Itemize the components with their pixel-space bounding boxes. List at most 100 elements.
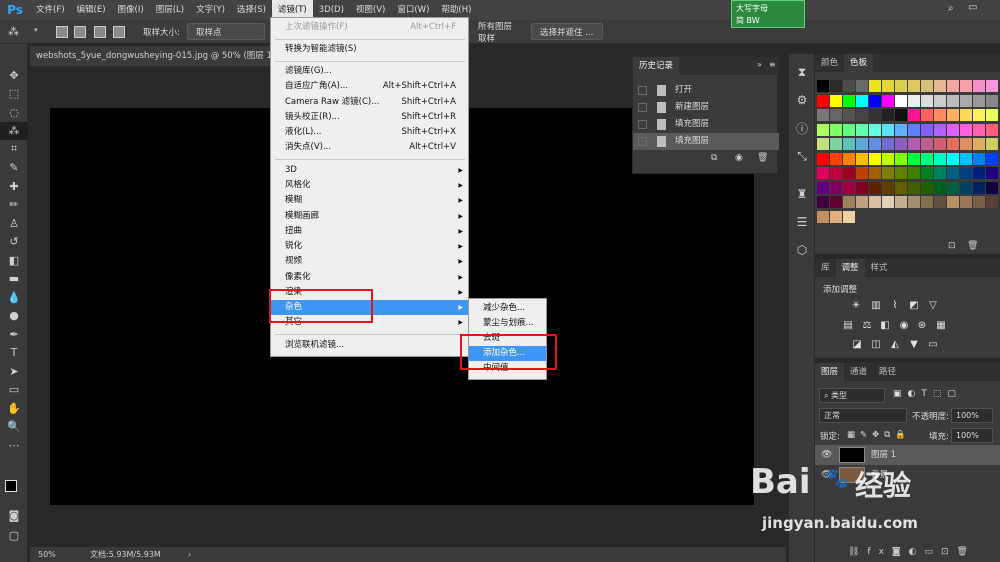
swatch[interactable] xyxy=(908,94,920,107)
swatch[interactable] xyxy=(973,196,985,208)
swatch[interactable] xyxy=(960,196,972,208)
channel-mixer-icon[interactable]: ⊛ xyxy=(916,320,928,332)
history-item[interactable]: 新建图层 xyxy=(633,99,779,116)
menu-layer[interactable]: 图层(L) xyxy=(150,0,190,20)
swatch[interactable] xyxy=(934,123,946,136)
swatch[interactable] xyxy=(934,167,946,179)
swatch[interactable] xyxy=(947,167,959,179)
submenu-item-reduce-noise[interactable]: 减少杂色... xyxy=(469,301,546,316)
tab-adjustments[interactable]: 调整 xyxy=(835,259,865,277)
foreground-color-swatch[interactable] xyxy=(5,480,17,492)
swatch[interactable] xyxy=(856,167,868,179)
swatch[interactable] xyxy=(908,109,920,121)
swatch[interactable] xyxy=(843,94,855,107)
tab-layers[interactable]: 图层 xyxy=(815,363,845,381)
swatch[interactable] xyxy=(817,210,829,223)
brush-tool-icon[interactable]: ✏ xyxy=(0,196,28,215)
zoom-level[interactable]: 50% xyxy=(38,547,56,562)
curves-icon[interactable]: ⌇ xyxy=(889,300,901,312)
swatch[interactable] xyxy=(882,138,894,150)
swatch[interactable] xyxy=(843,109,855,121)
swatch[interactable] xyxy=(947,123,959,136)
swatch[interactable] xyxy=(817,196,829,208)
swatch[interactable] xyxy=(921,94,933,107)
swatch[interactable] xyxy=(973,123,985,136)
tab-history[interactable]: 历史记录 xyxy=(633,57,680,75)
swatch[interactable] xyxy=(973,109,985,121)
swatch[interactable] xyxy=(986,152,998,165)
move-tool-icon[interactable]: ✥ xyxy=(0,66,28,85)
menu-item-video[interactable]: 视频 ▶ xyxy=(271,254,468,269)
brush-panel-icon[interactable]: ♜ xyxy=(789,180,815,208)
swatch[interactable] xyxy=(843,152,855,165)
layer-actions-icons[interactable]: ⛓fx◙◐▭⊡🗑 xyxy=(848,547,976,557)
swatch[interactable] xyxy=(947,109,959,121)
swatch[interactable] xyxy=(908,138,920,150)
swatch[interactable] xyxy=(830,152,842,165)
swatch[interactable] xyxy=(960,109,972,121)
swatch[interactable] xyxy=(830,138,842,150)
swatch[interactable] xyxy=(895,167,907,179)
brightness-icon[interactable]: ☀ xyxy=(850,300,862,312)
dodge-tool-icon[interactable]: ● xyxy=(0,307,28,326)
path-selection-tool-icon[interactable]: ➤ xyxy=(0,362,28,381)
vibrance-icon[interactable]: ▽ xyxy=(927,300,939,312)
swatch[interactable] xyxy=(973,181,985,194)
menu-item-lens-correction[interactable]: 镜头校正(R)... Shift+Ctrl+R xyxy=(271,110,468,125)
history-checkbox[interactable] xyxy=(638,120,647,129)
swatch[interactable] xyxy=(882,181,894,194)
document-tab[interactable]: webshots_5yue_dongwusheying-015.jpg @ 50… xyxy=(30,46,275,66)
menu-image[interactable]: 图像(I) xyxy=(112,0,150,20)
layer-filter-icons[interactable]: ▣◐T⬚▢ xyxy=(893,389,962,399)
swatch[interactable] xyxy=(947,152,959,165)
swatch[interactable] xyxy=(986,123,998,136)
hand-tool-icon[interactable]: ✋ xyxy=(0,399,28,418)
zoom-tool-icon[interactable]: 🔍 xyxy=(0,418,28,437)
photo-filter-icon[interactable]: ◉ xyxy=(898,320,910,332)
swatch[interactable] xyxy=(882,109,894,121)
swatch[interactable] xyxy=(895,138,907,150)
swatch[interactable] xyxy=(830,181,842,194)
history-item[interactable]: 填充图层 xyxy=(633,133,779,150)
chevron-down-icon[interactable]: ▾ xyxy=(34,26,38,34)
trash-icon[interactable]: 🗑 xyxy=(757,153,768,163)
info-panel-icon[interactable]: ⓘ xyxy=(789,114,815,142)
tab-color[interactable]: 颜色 xyxy=(815,54,844,72)
swatch[interactable] xyxy=(921,167,933,179)
swatch[interactable] xyxy=(908,123,920,136)
swatch[interactable] xyxy=(895,152,907,165)
panel-menu-icon[interactable]: ≡ xyxy=(769,60,776,69)
swatch[interactable] xyxy=(934,196,946,208)
swatch[interactable] xyxy=(921,196,933,208)
swatch[interactable] xyxy=(856,152,868,165)
history-item[interactable]: 打开 xyxy=(633,82,779,99)
workspace-icon[interactable]: ▭ xyxy=(968,2,977,13)
swatch[interactable] xyxy=(934,109,946,121)
swatch[interactable] xyxy=(843,181,855,194)
blur-tool-icon[interactable]: 💧 xyxy=(0,288,28,307)
history-panel-icon[interactable]: ⧗ xyxy=(789,58,815,86)
add-selection-icon[interactable] xyxy=(74,26,86,38)
swatch[interactable] xyxy=(921,138,933,150)
swatch[interactable] xyxy=(882,94,894,107)
swatch[interactable] xyxy=(895,94,907,107)
pen-tool-icon[interactable]: ✒ xyxy=(0,325,28,344)
swatch[interactable] xyxy=(856,80,868,92)
swatch[interactable] xyxy=(882,152,894,165)
intersect-selection-icon[interactable] xyxy=(113,26,125,38)
swatch[interactable] xyxy=(843,210,855,223)
swatch[interactable] xyxy=(895,80,907,92)
swatch[interactable] xyxy=(830,196,842,208)
snapshot-icon[interactable]: ◉ xyxy=(735,153,743,163)
menu-item-distort[interactable]: 扭曲 ▶ xyxy=(271,224,468,239)
trash-icon[interactable]: 🗑 xyxy=(967,241,978,251)
swatch[interactable] xyxy=(947,80,959,92)
swatch[interactable] xyxy=(843,80,855,92)
swatch[interactable] xyxy=(869,196,881,208)
menu-item-browse-online[interactable]: 浏览联机滤镜... xyxy=(271,338,468,353)
swatch[interactable] xyxy=(947,138,959,150)
clone-stamp-tool-icon[interactable]: ♙ xyxy=(0,214,28,233)
swatch[interactable] xyxy=(973,94,985,107)
crop-tool-icon[interactable]: ⌗ xyxy=(0,140,28,159)
magic-wand-tool-icon[interactable]: ⁂ xyxy=(0,121,28,140)
